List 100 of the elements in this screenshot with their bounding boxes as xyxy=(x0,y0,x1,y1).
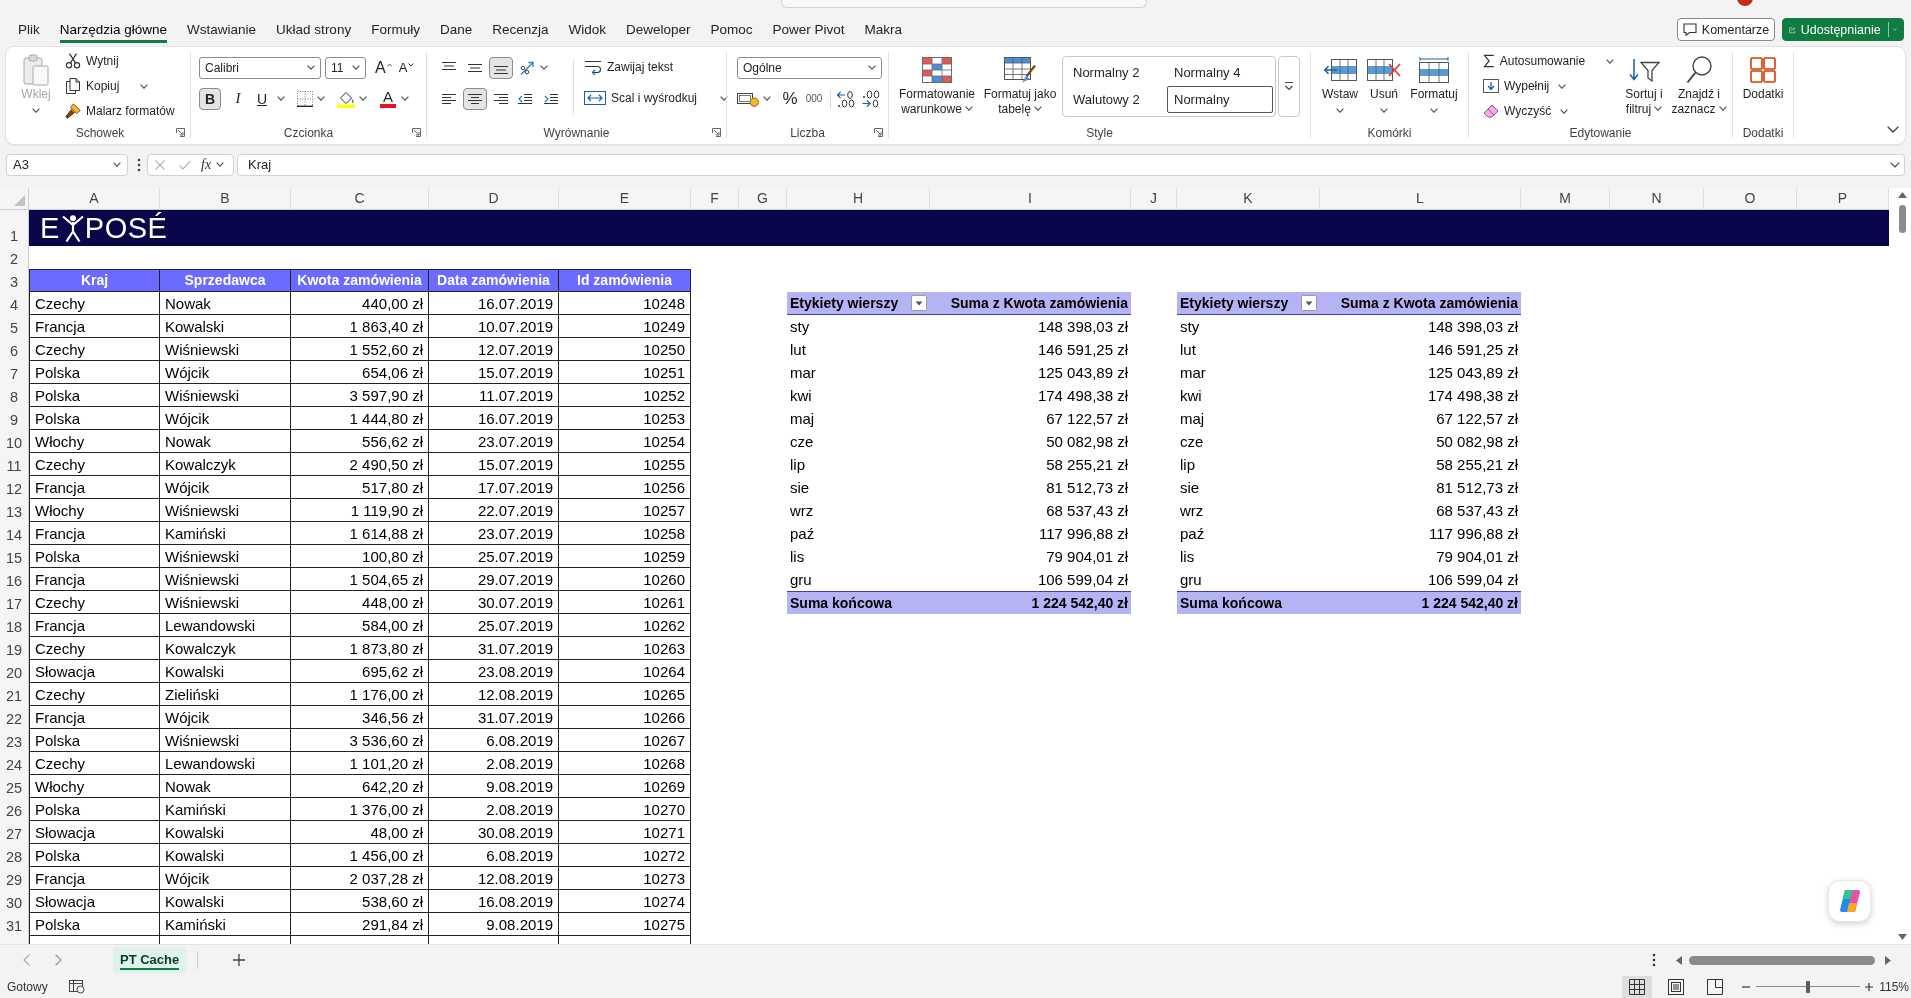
row-header[interactable]: 2 xyxy=(0,246,29,269)
row-header[interactable]: 21 xyxy=(0,683,29,706)
cell-style-item[interactable]: Normalny xyxy=(1167,86,1273,114)
table-brush-icon[interactable] xyxy=(1004,56,1036,83)
column-header[interactable]: P xyxy=(1797,188,1889,210)
horizontal-scrollbar-thumb[interactable] xyxy=(1689,956,1875,965)
sum-icon[interactable] xyxy=(1483,54,1495,69)
ribbon-tab[interactable]: Układ strony xyxy=(276,16,352,43)
eraser-icon[interactable] xyxy=(1483,104,1499,119)
align-center-icon[interactable] xyxy=(467,92,483,105)
collapse-chevron-icon[interactable] xyxy=(1887,125,1899,133)
scroll-down-arrow-icon[interactable] xyxy=(1898,934,1907,940)
row-header[interactable]: 24 xyxy=(0,752,29,775)
ribbon-tab[interactable]: Dane xyxy=(439,16,473,43)
caret-icon[interactable] xyxy=(1560,108,1569,114)
expand-chevron-icon[interactable] xyxy=(1890,161,1900,168)
zoom-in-icon[interactable] xyxy=(1865,983,1874,991)
table-width-arrow-icon[interactable] xyxy=(1419,56,1449,83)
row-header[interactable]: 25 xyxy=(0,775,29,798)
caret-icon[interactable] xyxy=(359,96,367,102)
column-header[interactable]: F xyxy=(691,188,739,210)
font-color-button[interactable]: A xyxy=(379,87,397,110)
page-break-view-icon[interactable] xyxy=(1707,979,1724,995)
ribbon-tab[interactable]: Makra xyxy=(864,16,903,43)
caret-icon[interactable] xyxy=(216,162,225,168)
row-header[interactable]: 10 xyxy=(0,430,29,453)
ribbon-tab[interactable]: Wstawianie xyxy=(187,16,257,43)
colorful-swirl-icon[interactable] xyxy=(1838,889,1861,913)
font-name-field[interactable]: Calibri xyxy=(199,56,321,79)
fill-bucket-icon[interactable] xyxy=(337,89,355,108)
copy-icon[interactable] xyxy=(65,78,81,95)
row-header[interactable]: 8 xyxy=(0,384,29,407)
thousands-separator-button[interactable]: 000 xyxy=(802,87,826,110)
row-header[interactable]: 27 xyxy=(0,821,29,844)
decrease-decimal-icon[interactable] xyxy=(861,89,881,108)
format-cells-button[interactable]: Formatuj xyxy=(1406,49,1462,122)
column-header[interactable]: D xyxy=(429,188,559,210)
caret-up-icon[interactable] xyxy=(386,62,392,67)
increase-decimal-icon[interactable] xyxy=(836,89,856,108)
increase-indent-icon[interactable] xyxy=(543,92,559,105)
row-header[interactable]: 15 xyxy=(0,545,29,568)
magnifier-icon[interactable] xyxy=(1686,55,1712,84)
caret-icon[interactable] xyxy=(868,65,876,71)
ribbon-tab[interactable]: Deweloper xyxy=(626,16,691,43)
insert-function-button[interactable]: fx xyxy=(201,156,212,173)
row-header[interactable]: 7 xyxy=(0,361,29,384)
row-header[interactable]: 3 xyxy=(0,269,29,292)
filter-dropdown-icon[interactable] xyxy=(1301,295,1317,311)
cell-style-item[interactable]: Walutowy 2 xyxy=(1066,86,1167,114)
accessibility-check-icon[interactable] xyxy=(68,980,85,994)
caret-icon[interactable] xyxy=(763,96,771,102)
comments-button[interactable]: Komentarze xyxy=(1677,18,1775,42)
cell-style-item[interactable]: Normalny 4 xyxy=(1167,59,1273,87)
search-field[interactable] xyxy=(781,0,1147,8)
grow-font-button[interactable]: A xyxy=(374,56,393,79)
angled-text-icon[interactable] xyxy=(519,59,537,76)
sheet-tab[interactable]: PT Cache xyxy=(113,947,187,974)
column-header[interactable]: K xyxy=(1177,188,1320,210)
conditional-formatting-button[interactable]: Formatowanie warunkowe xyxy=(895,49,979,122)
caret-icon[interactable] xyxy=(317,96,325,102)
name-box[interactable]: A3 xyxy=(6,153,128,176)
row-header[interactable]: 20 xyxy=(0,660,29,683)
wrap-text-button[interactable]: Zawijaj tekst xyxy=(580,55,733,79)
banknote-coin-icon[interactable] xyxy=(737,90,759,107)
column-header[interactable]: A xyxy=(29,188,160,210)
paintbrush-icon[interactable] xyxy=(65,103,81,120)
caret-icon[interactable] xyxy=(1430,107,1438,113)
ribbon-tab[interactable]: Formuły xyxy=(371,16,420,43)
merge-center-button[interactable]: Scal i wyśrodkuj xyxy=(580,86,733,110)
table-cross-icon[interactable] xyxy=(1367,58,1401,81)
scroll-left-arrow-icon[interactable] xyxy=(1676,956,1682,965)
ribbon-tab[interactable]: Pomoc xyxy=(710,16,753,43)
caret-icon[interactable] xyxy=(1654,105,1663,111)
scroll-right-arrow-icon[interactable] xyxy=(1885,956,1891,965)
delete-cells-button[interactable]: Usuń xyxy=(1364,49,1404,122)
row-header[interactable]: 31 xyxy=(0,913,29,936)
ribbon-tab[interactable]: Recenzja xyxy=(492,16,549,43)
column-header[interactable]: L xyxy=(1320,188,1521,210)
scroll-up-arrow-icon[interactable] xyxy=(1898,192,1907,198)
ribbon-tab[interactable]: Power Pivot xyxy=(772,16,845,43)
cut-button[interactable]: Wytnij xyxy=(61,49,179,73)
sort-filter-icon[interactable] xyxy=(1628,56,1660,83)
number-format-field[interactable]: Ogólne xyxy=(737,56,882,79)
align-center-button[interactable] xyxy=(463,87,487,110)
bold-button[interactable]: B xyxy=(199,87,221,110)
sort-filter-button[interactable]: Sortuj i filtruj xyxy=(1620,49,1668,122)
vertical-scrollbar-thumb[interactable] xyxy=(1899,205,1906,233)
normal-view-button[interactable] xyxy=(1622,976,1653,998)
row-header[interactable]: 1 xyxy=(0,210,29,246)
fill-button[interactable]: Wypełnij xyxy=(1479,74,1618,98)
column-header[interactable]: H xyxy=(787,188,930,210)
next-sheet-icon[interactable] xyxy=(55,954,62,967)
caret-icon[interactable] xyxy=(1606,58,1614,64)
clear-button[interactable]: Wyczyść xyxy=(1479,99,1618,123)
row-header[interactable]: 23 xyxy=(0,729,29,752)
caret-icon[interactable] xyxy=(1718,105,1727,111)
italic-button[interactable]: I xyxy=(227,87,249,110)
four-squares-icon[interactable] xyxy=(1750,56,1776,83)
fill-down-icon[interactable] xyxy=(1483,79,1499,94)
floating-assistant-button[interactable] xyxy=(1828,880,1871,922)
